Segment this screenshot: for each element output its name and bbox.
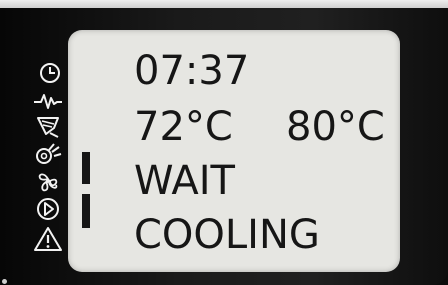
top-bezel bbox=[0, 0, 448, 8]
target-temperature: 80°C bbox=[286, 104, 385, 150]
status-text: WAIT bbox=[134, 158, 235, 204]
corner-mark bbox=[2, 279, 7, 284]
time-readout: 07:37 bbox=[134, 48, 250, 94]
warning-icon bbox=[32, 226, 64, 252]
current-temperature: 72°C bbox=[134, 104, 233, 150]
play-icon bbox=[32, 196, 64, 222]
heartbeat-icon bbox=[32, 88, 64, 114]
lcd-screen: 07:37 72°C 80°C WAIT COOLING bbox=[68, 30, 400, 272]
fan-icon bbox=[32, 168, 64, 194]
mode-text: COOLING bbox=[134, 212, 320, 258]
selection-cursor-lower bbox=[82, 194, 90, 228]
pump-icon bbox=[32, 140, 64, 166]
heater-icon bbox=[32, 114, 64, 140]
indicator-icons bbox=[32, 60, 68, 270]
selection-cursor-upper bbox=[82, 152, 90, 184]
controller-device: 07:37 72°C 80°C WAIT COOLING bbox=[0, 0, 448, 285]
clock-icon bbox=[32, 60, 64, 86]
